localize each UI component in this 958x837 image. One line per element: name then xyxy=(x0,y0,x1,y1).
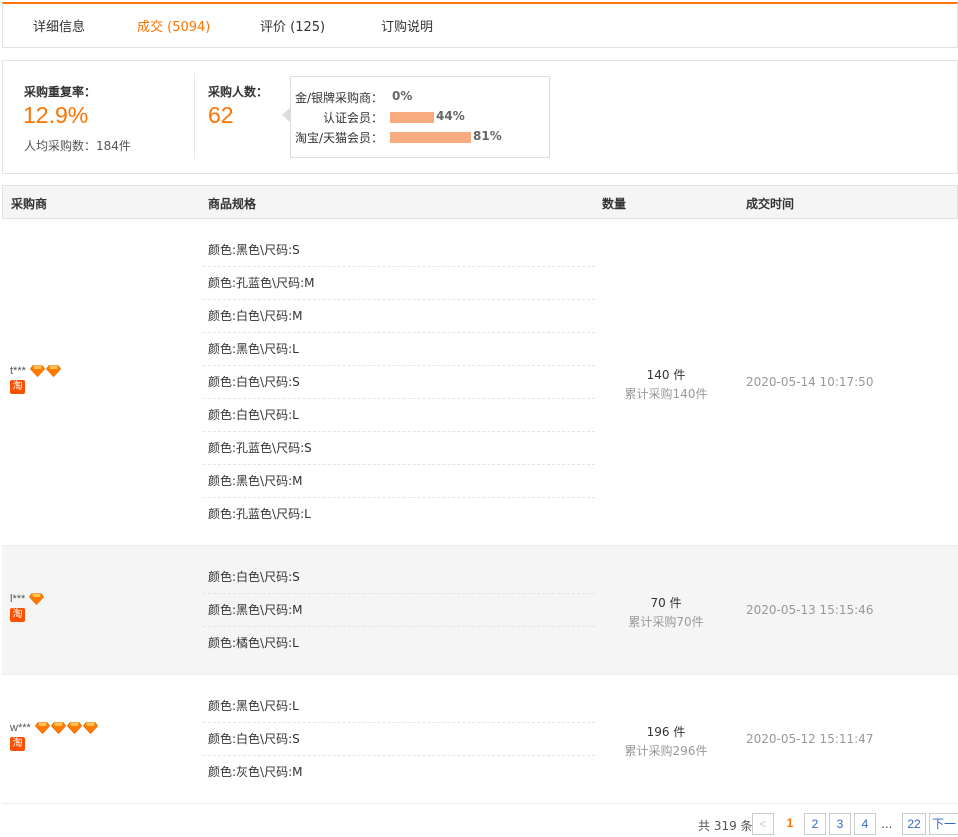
header-quantity: 数量 xyxy=(602,197,627,211)
buyer-name: l*** xyxy=(10,593,26,605)
stats-divider xyxy=(194,73,195,159)
quantity-total: 累计采购296件 xyxy=(624,744,708,758)
table-header: 采购商 商品规格 数量 成交时间 xyxy=(2,185,958,219)
spec-item: 颜色:孔蓝色\尺码:M xyxy=(203,267,595,300)
quantity-cell: 70 件 累计采购70件 xyxy=(595,594,737,630)
spec-list: 颜色:黑色\尺码:S 颜色:孔蓝色\尺码:M 颜色:白色\尺码:M 颜色:黑色\尺码:… xyxy=(203,234,595,531)
quantity-total: 累计采购70件 xyxy=(628,615,704,629)
member-bar xyxy=(390,112,434,123)
table-row: l*** 淘 颜色:白色\尺码:S 颜色:黑色\尺码:M 颜色:橘色\尺码:L 70… xyxy=(2,546,958,675)
spec-item: 颜色:白色\尺码:S xyxy=(203,366,595,399)
buyer-name: t*** xyxy=(10,365,26,377)
tab-reviews[interactable]: 评价 (125) xyxy=(260,16,325,35)
table-row: t*** 淘 颜色:黑色\尺码:S 颜色:孔蓝色\尺码:M 颜色:白色\尺码:M 颜色… xyxy=(2,219,958,546)
spec-item: 颜色:黑色\尺码:M xyxy=(203,594,595,627)
buyer-count-value: 62 xyxy=(208,102,234,128)
buyer-count-label: 采购人数： xyxy=(208,85,269,99)
quantity-value: 140 件 xyxy=(646,368,686,382)
member-label: 认证会员： xyxy=(322,111,383,125)
tab-transactions[interactable]: 成交 (5094) xyxy=(137,16,210,35)
diamond-icon xyxy=(82,722,98,735)
tab-order-notes[interactable]: 订购说明 xyxy=(381,16,433,35)
member-label: 金/银牌采购商： xyxy=(294,91,383,105)
spec-item: 颜色:黑色\尺码:S xyxy=(203,234,595,267)
page-3-button[interactable]: 3 xyxy=(829,813,851,835)
pagination-ellipsis: ... xyxy=(881,817,893,831)
table-row: w*** 淘 颜色:黑色\尺码:L 颜色:白色\尺码:S 颜色:灰色\尺码:M 19… xyxy=(2,675,958,804)
page-1-button[interactable]: 1 xyxy=(779,813,801,835)
spec-item: 颜色:灰色\尺码:M xyxy=(208,765,303,779)
diamond-icon xyxy=(50,722,66,735)
header-buyer: 采购商 xyxy=(11,197,48,211)
buyer-cell: w*** 淘 xyxy=(10,722,190,751)
spec-item: 颜色:孔蓝色\尺码:L xyxy=(208,507,311,521)
member-row-gold-silver: 金/银牌采购商： 0% xyxy=(291,89,549,105)
member-breakdown-box: 金/银牌采购商： 0% 认证会员： 44% 淘宝/天猫会员： 81% xyxy=(290,76,550,158)
transaction-time: 2020-05-12 15:11:47 xyxy=(746,732,874,746)
tab-bar: 详细信息 成交 (5094) 评价 (125) 订购说明 xyxy=(2,2,958,48)
tab-details[interactable]: 详细信息 xyxy=(33,16,85,35)
quantity-cell: 196 件 累计采购296件 xyxy=(595,723,737,759)
spec-list: 颜色:白色\尺码:S 颜色:黑色\尺码:M 颜色:橘色\尺码:L xyxy=(203,561,595,660)
spec-item: 颜色:白色\尺码:M xyxy=(203,300,595,333)
gem-rank xyxy=(29,593,45,606)
diamond-icon xyxy=(34,722,50,735)
page-2-button[interactable]: 2 xyxy=(804,813,826,835)
diamond-icon xyxy=(45,365,61,378)
transaction-time: 2020-05-14 10:17:50 xyxy=(746,375,874,389)
spec-item: 颜色:黑色\尺码:M xyxy=(203,465,595,498)
repeat-rate-label: 采购重复率： xyxy=(24,85,97,99)
taobao-badge-icon: 淘 xyxy=(10,608,25,622)
quantity-value: 70 件 xyxy=(650,596,682,610)
diamond-icon xyxy=(29,593,45,606)
spec-item: 颜色:白色\尺码:L xyxy=(203,399,595,432)
page-last-button[interactable]: 22 xyxy=(902,813,926,835)
page-4-button[interactable]: 4 xyxy=(854,813,876,835)
member-row-taobao: 淘宝/天猫会员： 81% xyxy=(291,129,549,145)
header-time: 成交时间 xyxy=(746,197,795,211)
spec-item: 颜色:黑色\尺码:L xyxy=(203,333,595,366)
repeat-rate-value: 12.9% xyxy=(23,102,89,128)
buyer-cell: t*** 淘 xyxy=(10,365,190,394)
diamond-icon xyxy=(29,365,45,378)
member-pct: 81% xyxy=(473,129,502,143)
total-count: 共 319 条 xyxy=(698,819,753,833)
avg-purchase-text: 人均采购数：184件 xyxy=(24,139,131,153)
member-pct: 44% xyxy=(436,109,465,123)
member-pct: 0% xyxy=(392,89,413,103)
next-page-button[interactable]: 下一 xyxy=(929,813,958,835)
spec-item: 颜色:白色\尺码:S xyxy=(203,723,595,756)
transaction-time: 2020-05-13 15:15:46 xyxy=(746,603,874,617)
spec-item: 颜色:黑色\尺码:L xyxy=(203,690,595,723)
member-row-verified: 认证会员： 44% xyxy=(291,109,549,125)
quantity-value: 196 件 xyxy=(646,725,686,739)
taobao-badge-icon: 淘 xyxy=(10,737,25,751)
buyer-cell: l*** 淘 xyxy=(10,593,190,622)
quantity-total: 累计采购140件 xyxy=(624,387,708,401)
member-label: 淘宝/天猫会员： xyxy=(294,131,383,145)
spec-item: 颜色:白色\尺码:S xyxy=(203,561,595,594)
spec-list: 颜色:黑色\尺码:L 颜色:白色\尺码:S 颜色:灰色\尺码:M xyxy=(203,690,595,789)
diamond-icon xyxy=(66,722,82,735)
taobao-badge-icon: 淘 xyxy=(10,380,25,394)
pagination: 共 319 条 < 1 2 3 4 ... 22 下一 xyxy=(0,813,958,837)
gem-rank xyxy=(29,365,62,378)
spec-item: 颜色:孔蓝色\尺码:S xyxy=(203,432,595,465)
spec-item: 颜色:橘色\尺码:L xyxy=(208,636,299,650)
buyer-name: w*** xyxy=(10,722,31,734)
gem-rank xyxy=(34,722,99,735)
quantity-cell: 140 件 累计采购140件 xyxy=(595,366,737,402)
header-spec: 商品规格 xyxy=(208,197,257,211)
purchase-stats-panel: 采购重复率： 12.9% 人均采购数：184件 采购人数： 62 金/银牌采购商… xyxy=(2,60,958,174)
member-bar xyxy=(390,132,471,143)
prev-page-button[interactable]: < xyxy=(752,813,774,835)
